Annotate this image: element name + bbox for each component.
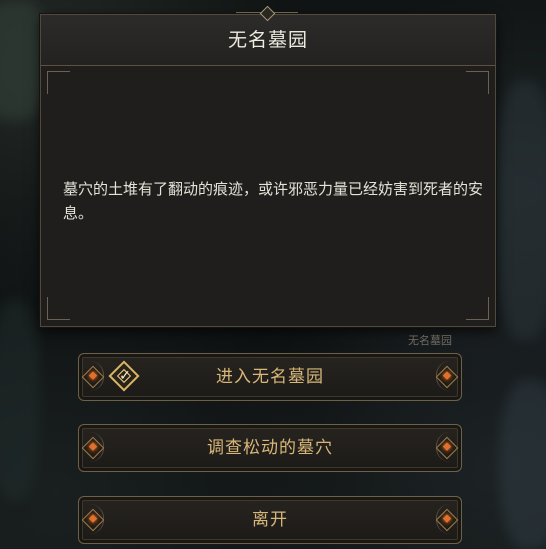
corner-ornament [466, 297, 489, 320]
corner-ornament [47, 71, 70, 94]
game-scene: 无名墓园 墓穴的土堆有了翻动的痕迹，或许邪恶力量已经妨害到死者的安息。 无名墓园… [0, 0, 546, 549]
location-label: 无名墓园 [408, 334, 452, 347]
event-panel: 无名墓园 墓穴的土堆有了翻动的痕迹，或许邪恶力量已经妨害到死者的安息。 [40, 14, 496, 327]
choice-label: 离开 [252, 510, 288, 530]
choice-investigate-grave-button[interactable]: 调查松动的墓穴 [78, 424, 462, 472]
event-title: 无名墓园 [227, 29, 308, 51]
choice-label: 调查松动的墓穴 [207, 438, 333, 458]
background-rock [500, 380, 546, 549]
event-panel-header: 无名墓园 [41, 15, 495, 66]
background-rock [495, 80, 546, 340]
event-description: 墓穴的土堆有了翻动的痕迹，或许邪恶力量已经妨害到死者的安息。 [63, 180, 484, 222]
choice-leave-button[interactable]: 离开 [78, 496, 462, 544]
corner-ornament [47, 297, 70, 320]
choice-label: 进入无名墓园 [216, 367, 324, 387]
background-rock [0, 300, 40, 500]
corner-ornament [466, 71, 489, 94]
choice-enter-graveyard-button[interactable]: ✓ 进入无名墓园 [78, 353, 462, 401]
